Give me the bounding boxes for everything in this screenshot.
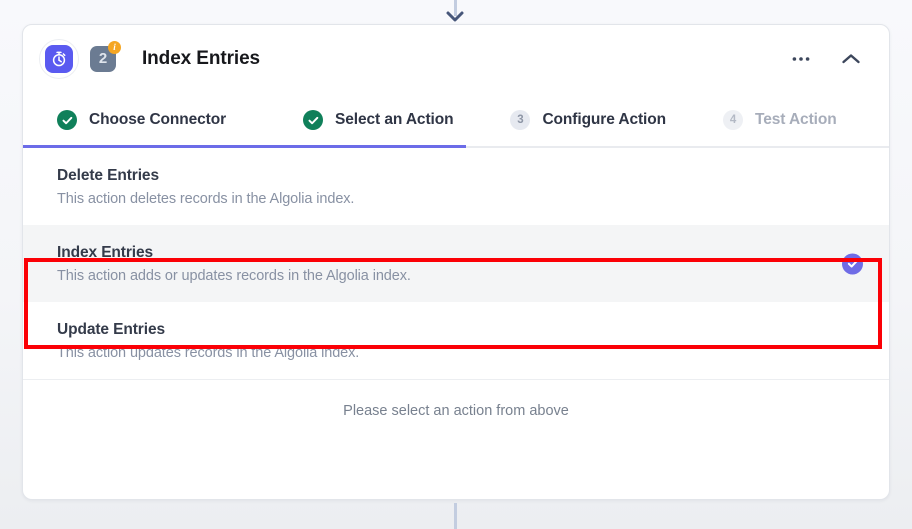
app-icon-container <box>39 38 79 79</box>
action-description: This action updates records in the Algol… <box>57 345 360 361</box>
action-row-index-entries[interactable]: Index Entries This action adds or update… <box>23 225 889 302</box>
selected-check-icon <box>842 253 863 274</box>
tab-configure-action[interactable]: 3 Configure Action <box>510 92 666 148</box>
action-description: This action deletes records in the Algol… <box>57 191 355 207</box>
card-header: 2 i Index Entries <box>23 25 889 92</box>
tab-label: Choose Connector <box>89 111 227 128</box>
action-step-card: 2 i Index Entries Choose Connector Selec… <box>22 24 890 500</box>
stopwatch-icon <box>45 44 73 73</box>
action-row-delete-entries[interactable]: Delete Entries This action deletes recor… <box>23 148 889 225</box>
ellipsis-icon[interactable] <box>789 47 813 71</box>
tab-label: Test Action <box>755 111 837 128</box>
connector-line-bottom <box>454 503 457 529</box>
tab-test-action[interactable]: 4 Test Action <box>723 92 837 148</box>
page-title: Index Entries <box>142 47 261 69</box>
check-circle-icon <box>303 110 324 130</box>
tab-step-number: 4 <box>723 110 744 130</box>
tab-label: Select an Action <box>335 111 454 128</box>
tab-select-an-action[interactable]: Select an Action <box>303 92 454 148</box>
tab-label: Configure Action <box>542 111 667 128</box>
connector-arrow-down-icon <box>446 11 464 22</box>
action-row-update-entries[interactable]: Update Entries This action updates recor… <box>23 302 889 380</box>
active-tab-indicator <box>23 145 466 148</box>
action-title: Update Entries <box>57 321 165 338</box>
action-description: This action adds or updates records in t… <box>57 268 411 284</box>
check-circle-icon <box>57 110 77 130</box>
header-actions <box>789 47 871 71</box>
tab-choose-connector[interactable]: Choose Connector <box>57 92 226 148</box>
workflow-canvas: 2 i Index Entries Choose Connector Selec… <box>0 0 912 529</box>
action-list: Delete Entries This action deletes recor… <box>23 148 889 380</box>
step-tabs: Choose Connector Select an Action 3 Conf… <box>23 92 889 148</box>
chevron-up-icon[interactable] <box>839 47 863 71</box>
info-badge-icon[interactable]: i <box>108 40 121 54</box>
action-title: Index Entries <box>57 244 154 261</box>
footer-message: Please select an action from above <box>343 403 569 419</box>
tab-step-number: 3 <box>510 110 531 130</box>
action-title: Delete Entries <box>57 167 159 184</box>
step-number-badge: 2 i <box>90 40 121 72</box>
